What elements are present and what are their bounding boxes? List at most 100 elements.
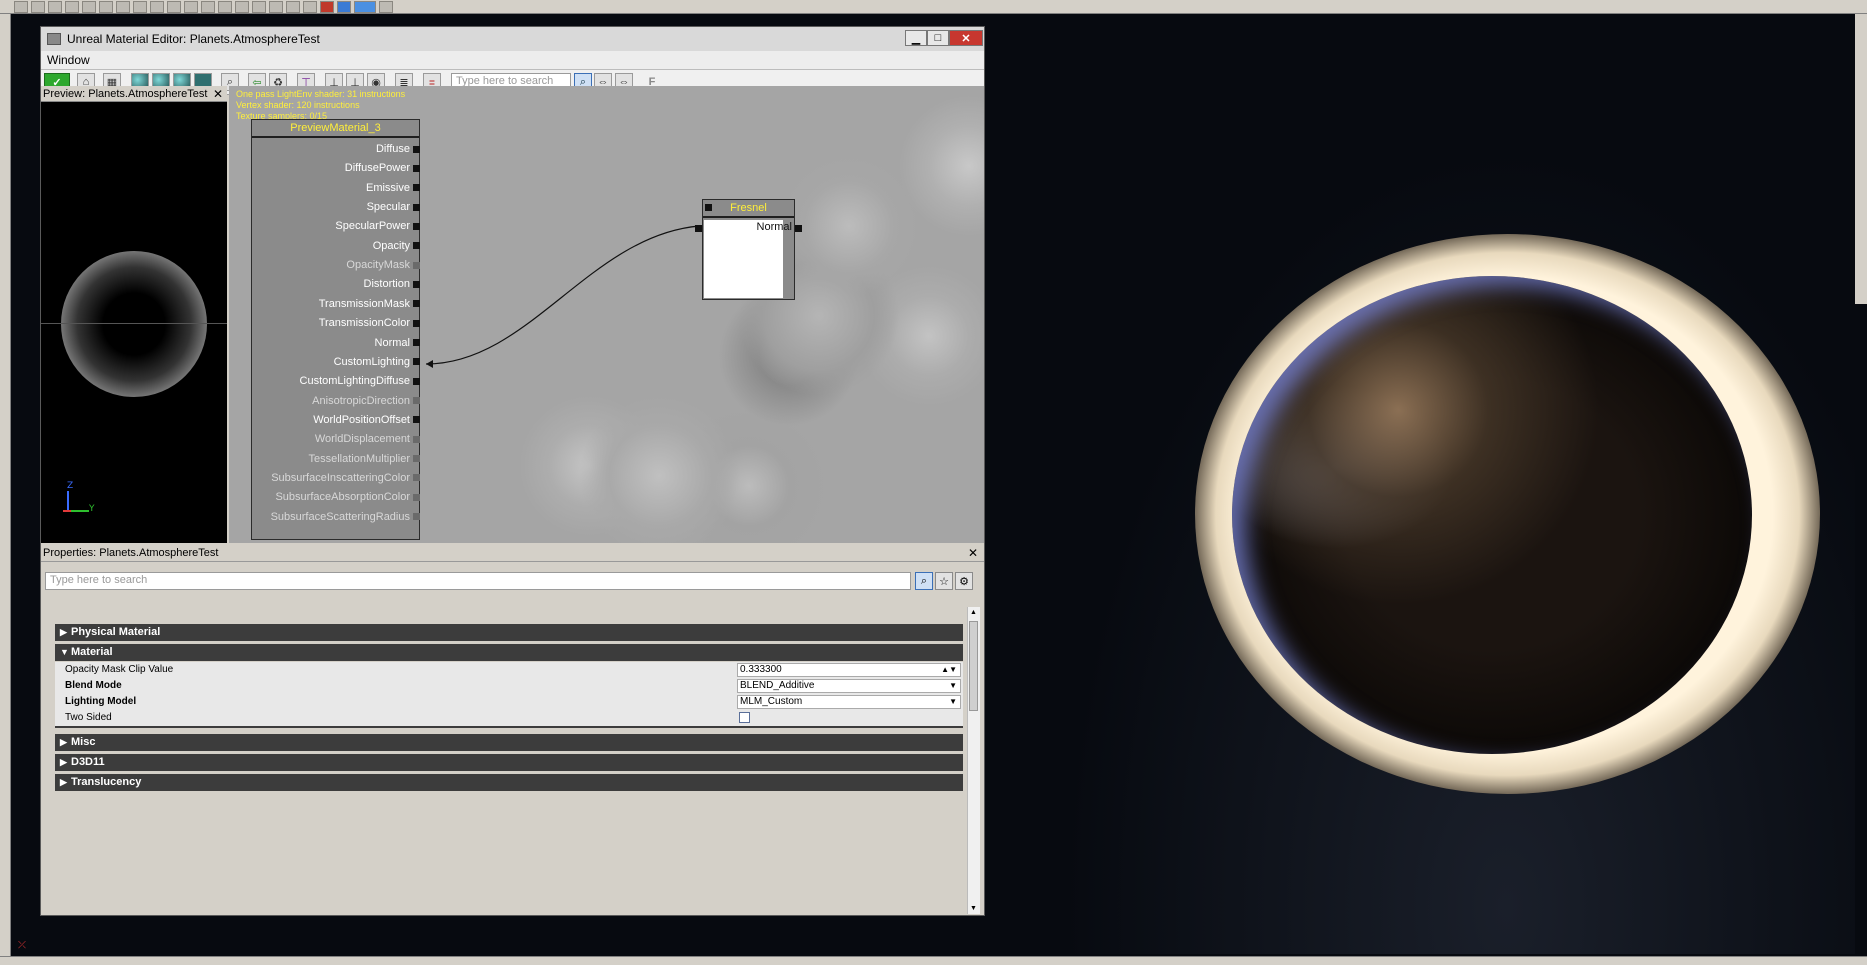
fresnel-input-label: Normal (756, 221, 792, 233)
toolbar-button[interactable] (337, 0, 351, 13)
property-name: Blend Mode (65, 680, 122, 691)
planet-sphere (1232, 276, 1752, 754)
toolbar-button[interactable] (150, 0, 164, 13)
toolbar-button[interactable] (82, 0, 96, 13)
category-label: Physical Material (71, 626, 161, 638)
category-physical-material[interactable]: ▶ Physical Material (55, 624, 963, 641)
toolbar-button[interactable] (303, 0, 317, 13)
blend-mode-select[interactable]: BLEND_Additive ▼ (737, 679, 961, 693)
toolbar-button[interactable] (116, 0, 130, 13)
material-graph-canvas[interactable]: One pass LightEnv shader: 31 instruction… (229, 86, 984, 543)
close-preview-icon[interactable]: ✕ (213, 86, 223, 102)
chevron-down-icon: ▼ (949, 697, 957, 706)
properties-search-input[interactable]: Type here to search (45, 572, 911, 590)
category-label: D3D11 (71, 756, 105, 768)
level-viewport[interactable] (985, 14, 1855, 954)
preview-horizon-line (41, 323, 227, 324)
close-properties-icon[interactable]: ✕ (968, 545, 978, 561)
properties-header: Properties: Planets.AtmosphereTest ✕ (41, 545, 984, 562)
category-d3d11[interactable]: ▶ D3D11 (55, 754, 963, 771)
spinner-icon[interactable]: ▲▼ (941, 664, 957, 676)
toolbar-button[interactable] (252, 0, 266, 13)
toolbar-button[interactable] (235, 0, 249, 13)
property-row: Two Sided (55, 710, 963, 726)
axis-x-icon (63, 510, 71, 512)
window-titlebar[interactable]: Unreal Material Editor: Planets.Atmosphe… (41, 27, 984, 52)
viewport-axis-icon: ⤫ (18, 940, 26, 951)
axis-z-label: Z (67, 481, 74, 491)
opacity-mask-clip-input[interactable]: 0.333300 ▲▼ (737, 663, 961, 677)
minimize-button[interactable]: ▁ (905, 30, 927, 46)
node-title: Fresnel (703, 200, 794, 218)
toolbar-button[interactable] (133, 0, 147, 13)
category-label: Misc (71, 736, 96, 748)
axis-y-icon (69, 510, 89, 512)
preview-header: Preview: Planets.AtmosphereTest ✕ (41, 86, 227, 102)
property-value: 0.333300 (740, 664, 782, 675)
collapse-arrow-icon: ▼ (60, 647, 69, 657)
favorites-star-icon[interactable]: ☆ (935, 572, 953, 590)
property-row: Lighting Model MLM_Custom ▼ (55, 694, 963, 710)
lighting-model-select[interactable]: MLM_Custom ▼ (737, 695, 961, 709)
app-icon (47, 33, 61, 45)
window-title: Unreal Material Editor: Planets.Atmosphe… (67, 32, 320, 46)
fresnel-input-pin[interactable] (795, 225, 802, 232)
fresnel-node[interactable]: Fresnel Normal (695, 199, 802, 300)
search-icon[interactable]: ⌕ (915, 572, 933, 590)
material-editor-window: Unreal Material Editor: Planets.Atmosphe… (40, 26, 985, 916)
scroll-down-icon[interactable]: ▼ (970, 905, 977, 912)
category-label: Translucency (71, 776, 142, 788)
property-value: BLEND_Additive (740, 680, 815, 691)
property-name: Two Sided (65, 712, 112, 723)
toolbar-button[interactable] (379, 0, 393, 13)
close-button[interactable]: ✕ (949, 30, 983, 46)
main-editor-toolbar (0, 0, 1867, 14)
toolbar-button[interactable] (31, 0, 45, 13)
properties-scrollbar[interactable]: ▲ ▼ (967, 607, 980, 914)
right-panel-strip (1854, 14, 1867, 304)
menu-bar: Window (41, 51, 984, 70)
toolbar-button[interactable] (167, 0, 181, 13)
property-name: Opacity Mask Clip Value (65, 664, 174, 675)
toolbar-button[interactable] (65, 0, 79, 13)
wrench-icon[interactable]: ⚙ (955, 572, 973, 590)
toolbar-button[interactable] (14, 0, 28, 13)
category-material[interactable]: ▼ Material (55, 644, 963, 661)
toolbar-button[interactable] (201, 0, 215, 13)
fresnel-output-pin[interactable] (695, 225, 702, 232)
expand-arrow-icon: ▶ (60, 777, 67, 787)
category-label: Material (71, 646, 113, 658)
category-divider (55, 726, 963, 728)
left-tool-strip (0, 14, 11, 959)
toolbar-button[interactable] (269, 0, 283, 13)
property-row: Opacity Mask Clip Value 0.333300 ▲▼ (55, 662, 963, 678)
toolbar-button[interactable] (320, 0, 334, 13)
preview-title: Preview: Planets.AtmosphereTest (43, 88, 208, 100)
scrollbar-thumb[interactable] (969, 621, 978, 711)
toolbar-button[interactable] (48, 0, 62, 13)
chevron-down-icon: ▼ (949, 681, 957, 690)
menu-window[interactable]: Window (47, 53, 90, 67)
preview-viewport[interactable]: Preview: Planets.AtmosphereTest ✕ Z Y (41, 86, 227, 543)
maximize-button[interactable]: □ (927, 30, 949, 46)
expand-arrow-icon: ▶ (60, 627, 67, 637)
toolbar-button[interactable] (184, 0, 198, 13)
property-row: Blend Mode BLEND_Additive ▼ (55, 678, 963, 694)
property-name: Lighting Model (65, 696, 137, 707)
preview-sphere-mesh (61, 251, 207, 397)
node-collapse-pin[interactable] (705, 204, 712, 211)
toolbar-button[interactable] (218, 0, 232, 13)
scroll-up-icon[interactable]: ▲ (970, 609, 977, 616)
connection-wire[interactable] (229, 86, 984, 543)
expand-arrow-icon: ▶ (60, 737, 67, 747)
category-misc[interactable]: ▶ Misc (55, 734, 963, 751)
toolbar-button[interactable] (286, 0, 300, 13)
axis-y-label: Y (89, 504, 95, 514)
play-button[interactable] (354, 0, 376, 13)
expand-arrow-icon: ▶ (60, 757, 67, 767)
toolbar-button[interactable] (99, 0, 113, 13)
two-sided-checkbox[interactable] (739, 712, 750, 723)
axis-z-icon (67, 491, 69, 511)
category-translucency[interactable]: ▶ Translucency (55, 774, 963, 791)
property-value: MLM_Custom (740, 696, 803, 707)
